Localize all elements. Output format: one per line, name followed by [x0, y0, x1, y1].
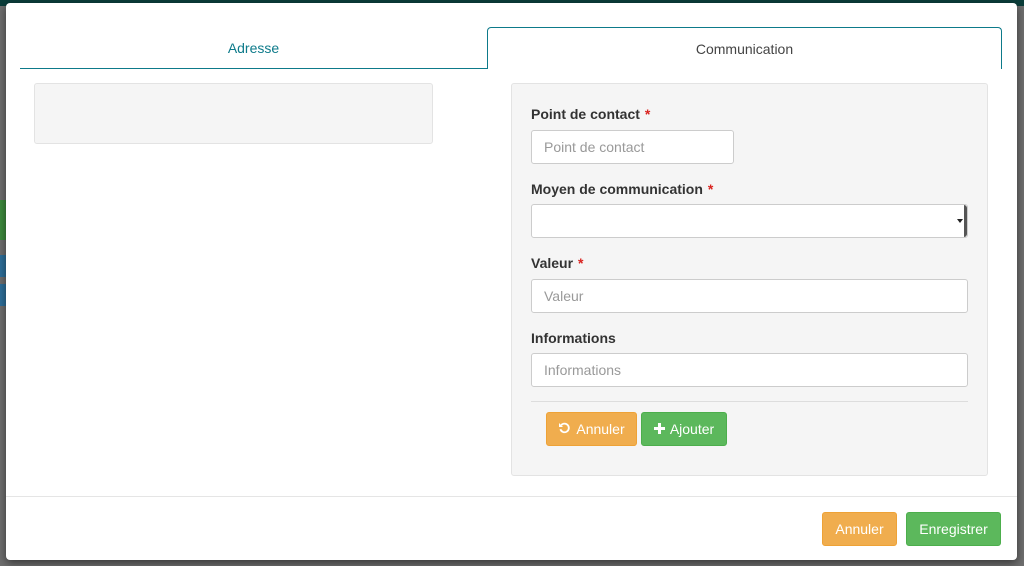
form-divider — [531, 401, 968, 402]
value-input[interactable] — [531, 279, 968, 313]
tab-adresse[interactable]: Adresse — [20, 27, 487, 69]
info-input[interactable] — [531, 353, 968, 387]
value-label: Valeur * — [531, 255, 583, 271]
contact-point-input[interactable] — [531, 130, 734, 164]
tab-bar: Adresse Communication — [20, 27, 1002, 69]
tab-communication[interactable]: Communication — [487, 27, 1002, 69]
plus-icon — [653, 421, 665, 437]
contact-point-label-text: Point de contact — [531, 106, 640, 122]
chevron-down-icon — [957, 219, 963, 223]
footer-divider — [6, 496, 1017, 497]
value-label-text: Valeur — [531, 255, 574, 271]
address-panel — [34, 83, 433, 144]
communication-form: Point de contact* Moyen de communication… — [511, 83, 988, 476]
add-button-label: Ajouter — [669, 421, 715, 437]
cancel-button[interactable]: Annuler — [822, 512, 897, 546]
comm-method-select[interactable] — [531, 204, 968, 238]
select-edge — [964, 205, 967, 237]
form-cancel-button[interactable]: Annuler — [546, 412, 637, 446]
comm-method-label: Moyen de communication * — [531, 181, 713, 197]
save-button[interactable]: Enregistrer — [906, 512, 1001, 546]
comm-method-label-text: Moyen de communication — [531, 181, 703, 197]
add-button[interactable]: Ajouter — [641, 412, 727, 446]
required-mark: * — [707, 181, 714, 197]
undo-icon — [558, 421, 571, 437]
contact-point-label: Point de contact * — [531, 106, 650, 122]
form-cancel-label: Annuler — [576, 421, 625, 437]
modal-dialog: Adresse Communication Point de contact * … — [6, 3, 1017, 560]
required-mark: * — [644, 106, 651, 122]
info-label: Informations — [531, 330, 616, 346]
required-mark: * — [578, 255, 584, 271]
